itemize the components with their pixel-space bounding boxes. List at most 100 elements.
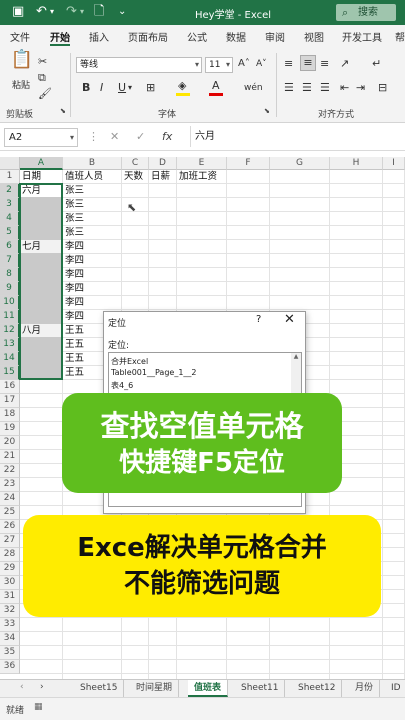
redo-icon[interactable]: ↷: [66, 4, 77, 20]
row-header-14[interactable]: 14: [0, 352, 20, 366]
list-item[interactable]: 合并Excel: [111, 356, 148, 367]
sheet-tab[interactable]: Sheet15: [74, 680, 125, 697]
borders-icon[interactable]: ⊞: [146, 81, 155, 95]
list-item[interactable]: 表4_6: [111, 380, 133, 391]
row-header-31[interactable]: 31: [0, 590, 20, 604]
row-header-29[interactable]: 29: [0, 562, 20, 576]
staff-cell[interactable]: 张三: [63, 212, 122, 226]
save-icon[interactable]: ▣: [12, 4, 24, 20]
row-header-19[interactable]: 19: [0, 422, 20, 436]
row-header-36[interactable]: 36: [0, 660, 20, 674]
row-header-35[interactable]: 35: [0, 646, 20, 660]
row-header-2[interactable]: 2: [0, 184, 20, 198]
row-header-34[interactable]: 34: [0, 632, 20, 646]
staff-cell[interactable]: 张三: [63, 198, 122, 212]
row-header-30[interactable]: 30: [0, 576, 20, 590]
tab-view[interactable]: 视图: [304, 29, 324, 44]
insert-function-icon[interactable]: fx: [162, 130, 172, 143]
undo-icon[interactable]: ↶: [36, 4, 47, 20]
font-size-combo[interactable]: 11 ▾: [205, 57, 233, 73]
align-bottom-icon[interactable]: ≡: [320, 57, 329, 71]
row-header-11[interactable]: 11: [0, 310, 20, 324]
column-header-g[interactable]: G: [270, 157, 330, 170]
accessibility-icon[interactable]: ▦: [34, 702, 43, 712]
row-header-16[interactable]: 16: [0, 380, 20, 394]
fill-color-icon[interactable]: ◈: [178, 79, 186, 93]
wrap-text-icon[interactable]: ↵: [372, 57, 381, 71]
header-cell[interactable]: 加班工资: [177, 170, 227, 184]
bold-button[interactable]: B: [82, 81, 90, 95]
header-cell[interactable]: 天数: [122, 170, 149, 184]
header-cell[interactable]: 值班人员: [63, 170, 122, 184]
row-header-21[interactable]: 21: [0, 450, 20, 464]
staff-cell[interactable]: 李四: [63, 268, 122, 282]
row-header-6[interactable]: 6: [0, 240, 20, 254]
column-header-f[interactable]: F: [227, 157, 270, 170]
italic-button[interactable]: I: [100, 81, 103, 95]
align-top-icon[interactable]: ≡: [284, 57, 293, 71]
date-cell[interactable]: 八月: [20, 324, 63, 338]
name-box[interactable]: A2 ▾: [4, 128, 78, 147]
sheet-tab[interactable]: Sheet11: [235, 680, 286, 697]
row-header-32[interactable]: 32: [0, 604, 20, 618]
row-header-4[interactable]: 4: [0, 212, 20, 226]
tab-page-layout[interactable]: 页面布局: [128, 29, 168, 44]
decrease-indent-icon[interactable]: ⇤: [340, 81, 349, 95]
tab-review[interactable]: 审阅: [265, 29, 285, 44]
row-header-22[interactable]: 22: [0, 464, 20, 478]
column-header-a[interactable]: A: [20, 157, 63, 170]
tab-insert[interactable]: 插入: [89, 29, 109, 44]
orientation-icon[interactable]: ↗: [340, 57, 349, 71]
underline-dropdown-icon[interactable]: ▾: [128, 81, 132, 95]
row-header-15[interactable]: 15: [0, 366, 20, 380]
sheet-next-icon[interactable]: ›: [40, 682, 44, 692]
sheet-tab[interactable]: 时间星期: [130, 680, 180, 697]
staff-cell[interactable]: 张三: [63, 184, 122, 198]
column-header-e[interactable]: E: [177, 157, 227, 170]
new-file-icon[interactable]: 🗋: [94, 4, 104, 20]
list-scrollbar[interactable]: ▲: [291, 353, 301, 393]
row-header-7[interactable]: 7: [0, 254, 20, 268]
font-color-icon[interactable]: A: [212, 79, 220, 93]
tab-formulas[interactable]: 公式: [187, 29, 207, 44]
close-button[interactable]: ✕: [284, 312, 295, 327]
column-header-d[interactable]: D: [149, 157, 177, 170]
tab-developer[interactable]: 开发工具: [342, 29, 382, 44]
row-header-24[interactable]: 24: [0, 492, 20, 506]
staff-cell[interactable]: 李四: [63, 296, 122, 310]
more-icon[interactable]: ⌄: [118, 4, 126, 20]
decrease-font-icon[interactable]: A˅: [256, 57, 267, 71]
list-item[interactable]: Table001__Page_1__2: [111, 368, 197, 377]
merge-center-icon[interactable]: ⊟: [378, 81, 387, 95]
row-header-13[interactable]: 13: [0, 338, 20, 352]
date-cell[interactable]: 六月: [20, 184, 63, 198]
row-header-17[interactable]: 17: [0, 394, 20, 408]
staff-cell[interactable]: 张三: [63, 226, 122, 240]
clipboard-launcher-icon[interactable]: ⬊: [60, 107, 66, 115]
help-button[interactable]: ?: [256, 314, 261, 325]
staff-cell[interactable]: 李四: [63, 254, 122, 268]
staff-cell[interactable]: 李四: [63, 282, 122, 296]
row-header-33[interactable]: 33: [0, 618, 20, 632]
row-header-27[interactable]: 27: [0, 534, 20, 548]
row-header-20[interactable]: 20: [0, 436, 20, 450]
search-box[interactable]: ⌕ 搜索: [336, 4, 396, 21]
row-header-26[interactable]: 26: [0, 520, 20, 534]
sheet-tab-active[interactable]: 值班表: [188, 680, 229, 697]
sheet-prev-icon[interactable]: ‹: [20, 682, 24, 692]
align-left-icon[interactable]: ☰: [284, 81, 294, 95]
confirm-icon[interactable]: ✓: [136, 130, 145, 143]
underline-button[interactable]: U: [118, 81, 126, 95]
column-header-h[interactable]: H: [330, 157, 383, 170]
align-center-icon[interactable]: ☰: [302, 81, 312, 95]
header-cell[interactable]: 日期: [20, 170, 63, 184]
staff-cell[interactable]: 李四: [63, 240, 122, 254]
row-header-3[interactable]: 3: [0, 198, 20, 212]
format-painter-icon[interactable]: 🖌: [38, 87, 52, 101]
tab-home[interactable]: 开始: [50, 29, 70, 44]
row-header-10[interactable]: 10: [0, 296, 20, 310]
align-middle-icon[interactable]: ≡: [300, 55, 316, 71]
column-header-i[interactable]: I: [383, 157, 405, 170]
undo-dropdown-icon[interactable]: ▾: [50, 4, 54, 20]
date-cell[interactable]: 七月: [20, 240, 63, 254]
